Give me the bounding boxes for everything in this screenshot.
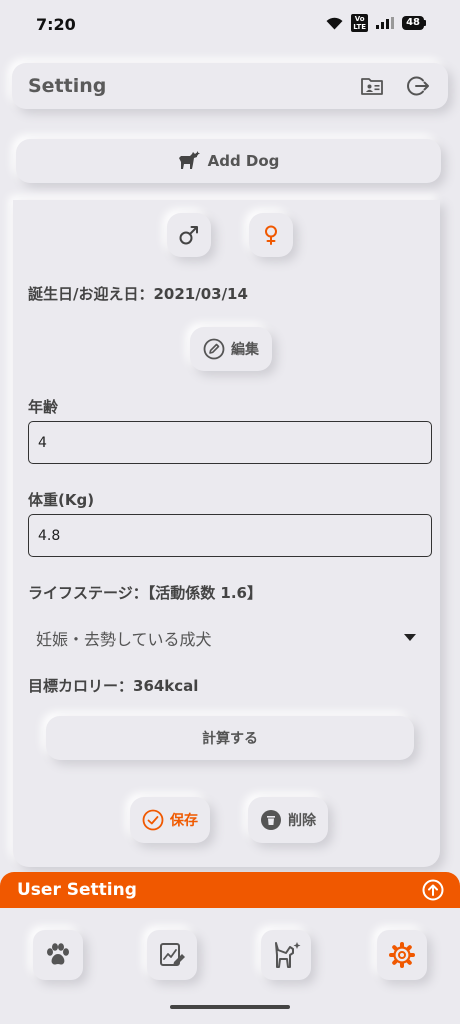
calculate-label: 計算する: [202, 731, 258, 747]
tab-dog[interactable]: [261, 930, 311, 980]
arrow-up-circle-icon: [422, 879, 444, 901]
user-setting-title: User Setting: [17, 880, 137, 900]
age-input[interactable]: [28, 421, 432, 464]
logout-icon: [407, 76, 429, 96]
save-button[interactable]: 保存: [130, 797, 210, 843]
page-title: Setting: [28, 75, 107, 97]
paw-icon: [47, 943, 69, 965]
age-label: 年齢: [28, 398, 59, 416]
signal-icon: [376, 17, 395, 29]
battery-icon: 48: [402, 16, 426, 30]
target-calorie-text: 目標カロリー：364kcal: [28, 677, 199, 695]
save-label: 保存: [170, 813, 198, 829]
trash-icon: [261, 810, 281, 830]
female-button[interactable]: [249, 213, 293, 257]
user-setting-bar[interactable]: User Setting: [0, 872, 460, 908]
logout-button[interactable]: [405, 73, 431, 99]
edit-label: 編集: [231, 342, 259, 358]
header-bar: Setting: [12, 63, 448, 109]
dropdown-arrow-icon: [404, 634, 416, 641]
birthday-text: 誕生日/お迎え日：2021/03/14: [28, 285, 248, 303]
life-stage-select[interactable]: 妊娠・去勢している成犬: [28, 618, 416, 658]
weight-label: 体重(Kg): [28, 491, 95, 509]
tab-chart[interactable]: [147, 930, 197, 980]
volte-badge: Vo LTE: [351, 14, 369, 32]
status-time: 7:20: [36, 15, 76, 34]
folder-profile-icon: [361, 78, 383, 95]
calculate-button[interactable]: 計算する: [46, 716, 414, 760]
chart-edit-icon: [160, 943, 185, 966]
female-icon: [265, 225, 277, 245]
tab-paw[interactable]: [33, 930, 83, 980]
dog-sparkle-icon: [275, 942, 301, 968]
battery-level: 48: [402, 16, 424, 30]
profile-folder-button[interactable]: [359, 73, 385, 99]
tab-settings[interactable]: [377, 930, 427, 980]
add-dog-label: Add Dog: [207, 152, 280, 170]
edit-button[interactable]: 編集: [190, 327, 272, 371]
wifi-icon: [326, 17, 343, 29]
male-icon: [179, 226, 198, 245]
status-icons: Vo LTE 48: [326, 14, 426, 32]
check-circle-icon: [142, 809, 164, 831]
weight-input[interactable]: [28, 514, 432, 557]
delete-label: 削除: [288, 813, 316, 829]
dog-sparkle-icon: [178, 151, 200, 169]
home-indicator[interactable]: [170, 1005, 290, 1009]
life-stage-label: ライフステージ：【活動係数 1.6】: [28, 584, 262, 602]
life-stage-value: 妊娠・去勢している成犬: [36, 630, 212, 649]
gear-icon: [389, 942, 415, 968]
bottom-tab-bar: [0, 908, 460, 1024]
status-bar: 7:20 Vo LTE 48: [0, 0, 460, 52]
delete-button[interactable]: 削除: [248, 797, 328, 843]
male-button[interactable]: [167, 213, 211, 257]
add-dog-button[interactable]: Add Dog: [16, 139, 441, 183]
pencil-circle-icon: [203, 338, 225, 360]
